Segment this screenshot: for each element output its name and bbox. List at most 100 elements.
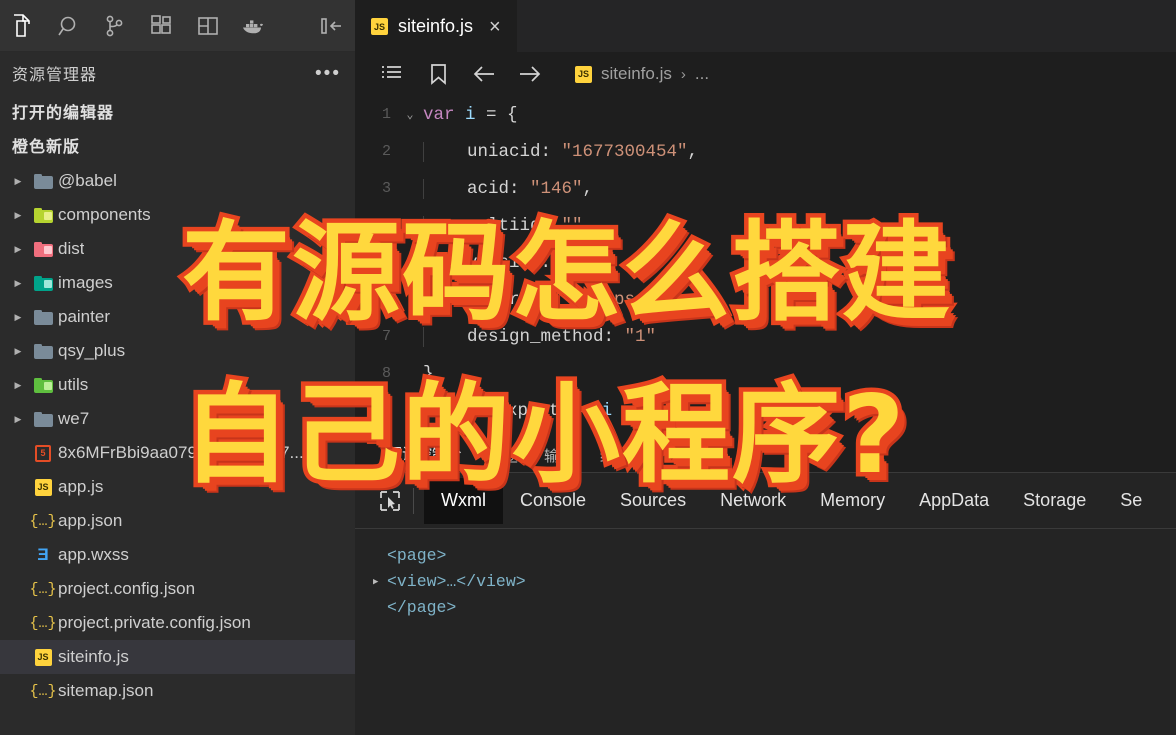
chevron-right-icon[interactable]: ▶ [8,278,28,289]
bookmark-icon[interactable] [415,52,461,96]
chevron-right-icon[interactable]: ▶ [8,380,28,391]
fold-toggle-icon[interactable]: ⌄ [397,107,423,122]
file-tree-item[interactable]: ▶58x6MFrBbi9aa079be7219c1c7... [0,436,355,470]
explorer-icon[interactable] [0,0,46,52]
file-tree-item-label: 8x6MFrBbi9aa079be7219c1c7... [58,443,304,462]
code-line: 3 acid: "146", [355,170,1176,207]
close-icon[interactable]: × [489,17,501,37]
line-number: 7 [381,328,391,345]
file-tree-item-label: dist [58,239,85,258]
file-tree-item[interactable]: ▶ components [0,198,355,232]
breadcrumb-path[interactable]: JS siteinfo.js › ... [575,64,709,84]
breadcrumb-symbol[interactable]: ... [695,64,709,84]
file-tree-item-label: components [58,205,151,224]
json-file-icon: {…} [29,614,57,632]
panel-tab[interactable]: 输出 [544,445,574,466]
file-tree-item[interactable]: ▶ dist [0,232,355,266]
docker-icon[interactable] [231,0,277,52]
panel-tab[interactable]: 调试控制台 [387,443,463,467]
chevron-right-icon[interactable]: ▶ [8,210,28,221]
folder-icon [28,275,58,291]
chevron-right-icon[interactable]: ▶ [8,176,28,187]
json-file-icon: {…} [29,682,57,700]
chevron-right-icon[interactable]: ▶ [8,244,28,255]
panel-tab[interactable]: 终端 [600,445,630,466]
file-tree: ▶ @babel ▶ components ▶ dist ▶ images ▶ painter ▶ q… [0,162,355,708]
file-tree-item[interactable]: ▶{…}sitemap.json [0,674,355,708]
code-editor[interactable]: 1 ⌄ var i = {2 uniacid: "1677300454", 3 acid:… [355,96,1176,438]
arrow-right-icon[interactable] [507,52,553,96]
devtools-tab[interactable]: Wxml [424,477,503,524]
file-tree-item[interactable]: ▶ we7 [0,402,355,436]
wxml-node[interactable]: </page> [373,595,1176,621]
editor-tab-siteinfo[interactable]: JS siteinfo.js × [355,0,517,52]
chevron-right-icon[interactable]: ▶ [8,346,28,357]
breadcrumb-file[interactable]: siteinfo.js [601,64,672,84]
wxml-tree[interactable]: <page> ▶ <view>…</view> </page> [355,529,1176,621]
folder-icon [28,343,58,359]
file-tree-item[interactable]: ▶JSapp.js [0,470,355,504]
expand-triangle-icon[interactable]: ▶ [373,569,387,595]
section-open-editors[interactable]: 打开的编辑器 [0,94,355,128]
inspect-element-icon[interactable] [369,473,411,529]
outline-icon[interactable] [369,52,415,96]
code-line: 6 siteroot: "https://app", [355,281,1176,318]
devtools-panel: Wxml Console Sources Network Memory AppData St… [355,472,1176,735]
folder-icon [28,411,58,427]
explorer-more-actions-icon[interactable]: ••• [315,64,341,83]
code-line: 8} [355,355,1176,392]
code-line-content: var i = { [423,104,518,125]
code-line-content: design_method: "1" [423,326,656,347]
breadcrumb: JS siteinfo.js › ... [355,52,1176,96]
file-tree-item[interactable]: ▶ utils [0,368,355,402]
code-line: 5 version: "", [355,244,1176,281]
explorer-header: 资源管理器 ••• [0,52,355,94]
folder-icon [28,377,58,393]
file-tree-item[interactable]: ▶{…}app.json [0,504,355,538]
devtools-tab[interactable]: Console [503,478,603,524]
wxml-node-text: </page> [387,598,457,617]
file-tree-item-label: @babel [58,171,117,190]
editor-tab-label: siteinfo.js [398,16,474,36]
devtools-tab[interactable]: AppData [902,478,1006,524]
panel-tab[interactable]: 问题 [488,445,518,466]
explorer-sidebar: 资源管理器 ••• 打开的编辑器 橙色新版 ▶ @babel ▶ components… [0,52,355,735]
file-tree-item[interactable]: ▶Ǝapp.wxss [0,538,355,572]
js-file-icon: JS [28,648,58,666]
wxml-node[interactable]: ▶ <view>…</view> [373,569,1176,595]
devtools-tab[interactable]: Se [1103,478,1159,524]
layout-split-icon[interactable] [185,0,231,52]
file-tree-item-label: painter [58,307,110,326]
chevron-right-icon[interactable]: ▶ [8,414,28,425]
file-tree-item[interactable]: ▶{…}project.config.json [0,572,355,606]
section-workspace-folder[interactable]: 橙色新版 [0,128,355,162]
js-file-icon: JS [28,478,58,496]
source-control-icon[interactable] [92,0,138,52]
devtools-tab[interactable]: Memory [803,478,902,524]
file-tree-item[interactable]: ▶ painter [0,300,355,334]
search-icon[interactable] [46,0,92,52]
file-tree-item[interactable]: ▶JSsiteinfo.js [0,640,355,674]
file-tree-item-label: app.wxss [58,545,129,564]
file-tree-item-label: siteinfo.js [58,647,129,666]
wxml-node-text: <view>…</view> [387,572,526,591]
wxml-node[interactable]: <page> [373,543,1176,569]
code-line-content: multiid: "", [423,215,593,236]
arrow-left-icon[interactable] [461,52,507,96]
wxml-node-text: <page> [387,546,447,565]
file-tree-item[interactable]: ▶ images [0,266,355,300]
file-tree-item-label: app.json [58,511,123,530]
json-file-icon: {…} [29,512,57,530]
devtools-tab[interactable]: Sources [603,478,703,524]
line-number: 2 [381,143,391,160]
file-tree-item[interactable]: ▶ qsy_plus [0,334,355,368]
file-tree-item[interactable]: ▶{…}project.private.config.json [0,606,355,640]
devtools-tab[interactable]: Storage [1006,478,1103,524]
devtools-tab[interactable]: Network [703,478,803,524]
collapse-panel-icon[interactable] [309,0,355,52]
extensions-icon[interactable] [138,0,184,52]
file-tree-item-label: app.js [58,477,104,496]
file-tree-item[interactable]: ▶ @babel [0,164,355,198]
chevron-right-icon[interactable]: ▶ [8,312,28,323]
editor-area: JS siteinfo.js × JS siteinfo.js › ... 1 … [355,0,1176,735]
